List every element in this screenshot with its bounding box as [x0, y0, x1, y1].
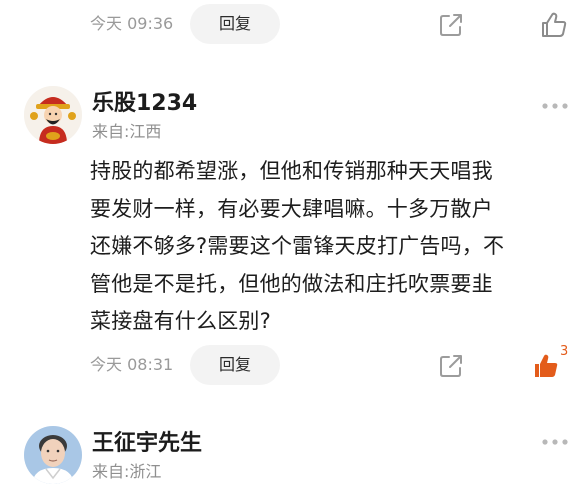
share-icon[interactable]	[438, 12, 464, 38]
comment-line: 管他是不是托，但他的做法和庄托吹票要韭	[90, 271, 493, 296]
comment-line: 还嫌不够多?需要这个雷锋天皮打广告吗，不	[90, 234, 505, 258]
comment-time: 今天 08:31	[90, 355, 174, 374]
reply-button[interactable]: 回复	[190, 345, 280, 385]
comment-line: 持股的都希望涨，但他和传销那种天天唱我	[90, 159, 493, 183]
thumbs-up-icon[interactable]	[532, 352, 560, 380]
location: 来自:江西	[92, 122, 162, 141]
username[interactable]: 王征宇先生	[92, 430, 202, 458]
comment-time: 今天 09:36	[90, 14, 174, 33]
more-dots-icon[interactable]	[540, 437, 570, 447]
comment-action-bar: 今天 09:36 回复	[0, 4, 586, 44]
location: 来自:浙江	[92, 462, 162, 481]
more-dots-icon[interactable]	[540, 101, 570, 111]
comment-text: 持股的都希望涨，但他和传销那种天天唱我 要发财一样，有必要大肆唱嘛。十多万散户 …	[90, 153, 570, 341]
comment-action-bar: 今天 08:31 回复 3	[0, 345, 586, 385]
comment-feed: 今天 09:36 回复 乐股1234 来自:江西 持股的都希望涨，但他和传销那种…	[0, 0, 586, 500]
comment-line: 菜接盘有什么区别?	[90, 309, 271, 333]
like-count: 3	[560, 344, 569, 359]
share-icon[interactable]	[438, 353, 464, 379]
comment-line: 要发财一样，有必要大肆唱嘛。十多万散户	[90, 196, 493, 221]
man-portrait-avatar[interactable]	[24, 426, 82, 484]
fortune-god-avatar[interactable]	[24, 86, 82, 144]
thumbs-up-icon[interactable]	[540, 11, 568, 39]
reply-button[interactable]: 回复	[190, 4, 280, 44]
username[interactable]: 乐股1234	[92, 90, 197, 118]
